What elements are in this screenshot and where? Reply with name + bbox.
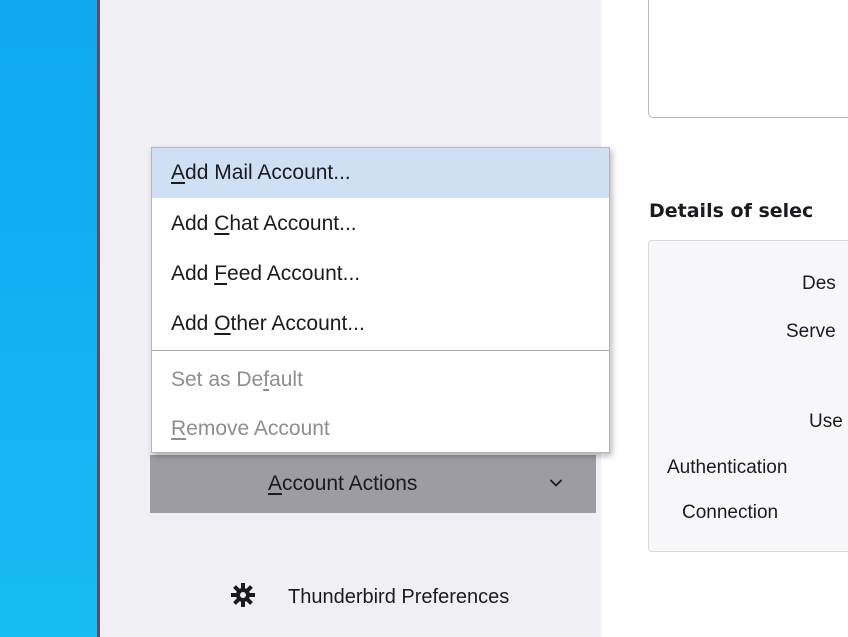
details-panel: Des Serve Use Authentication Connection xyxy=(648,240,848,552)
menu-item-add-chat-account[interactable]: Add Chat Account... xyxy=(152,199,609,249)
preferences-label: Thunderbird Preferences xyxy=(288,586,510,608)
detail-label-description: Des xyxy=(802,273,836,294)
gear-icon xyxy=(231,583,255,607)
account-actions-menu: Add Mail Account... Add Chat Account... … xyxy=(151,147,610,453)
menu-item-add-other-account[interactable]: Add Other Account... xyxy=(152,299,609,349)
detail-label-user: Use xyxy=(809,411,843,432)
account-actions-button[interactable]: Account Actions xyxy=(150,455,596,513)
detail-label-authentication: Authentication xyxy=(667,457,788,478)
account-text-area[interactable] xyxy=(648,0,848,118)
details-heading: Details of selec xyxy=(649,200,814,222)
desktop-background xyxy=(0,0,97,637)
detail-label-server: Serve xyxy=(786,321,836,342)
account-details-pane: Details of selec Des Serve Use Authentic… xyxy=(601,0,848,637)
menu-separator xyxy=(152,350,609,351)
account-actions-label: Account Actions xyxy=(268,472,418,495)
detail-label-connection: Connection xyxy=(682,502,779,523)
menu-item-remove-account[interactable]: Remove Account xyxy=(152,404,609,454)
menu-item-add-mail-account[interactable]: Add Mail Account... xyxy=(152,148,609,198)
chevron-down-icon xyxy=(550,479,562,487)
menu-item-set-as-default[interactable]: Set as Default xyxy=(152,355,609,405)
menu-item-add-feed-account[interactable]: Add Feed Account... xyxy=(152,249,609,299)
